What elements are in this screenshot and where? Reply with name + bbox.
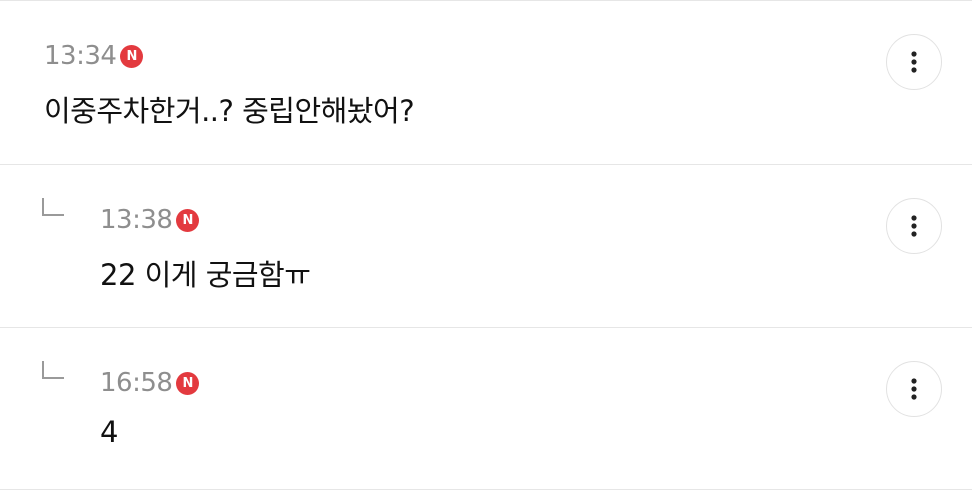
reply-item: 16:58 N 4: [0, 327, 972, 489]
new-badge-icon: N: [176, 209, 200, 232]
reply-item: 13:38 N 22 이게 궁금함ㅠ: [0, 164, 972, 326]
comment-meta: 13:34 N: [44, 38, 144, 74]
comment-text: 이중주차한거..? 중립안해놨어?: [44, 94, 415, 128]
more-options-button[interactable]: [886, 34, 942, 90]
comment-meta: 16:58 N: [100, 365, 200, 401]
more-vertical-icon: [911, 51, 917, 73]
new-badge-icon: N: [176, 372, 200, 395]
reply-arrow-icon: [42, 198, 64, 216]
comment-text: 22 이게 궁금함ㅠ: [100, 258, 311, 292]
comment-item: 13:34 N 이중주차한거..? 중립안해놨어?: [0, 0, 972, 162]
comment-time: 13:38: [100, 205, 173, 235]
comment-text: 4: [100, 415, 118, 449]
comment-meta: 13:38 N: [100, 202, 200, 238]
more-vertical-icon: [911, 215, 917, 237]
comment-list: 13:34 N 이중주차한거..? 중립안해놨어? 13:38 N 22 이게 …: [0, 0, 972, 490]
more-vertical-icon: [911, 378, 917, 400]
reply-arrow-icon: [42, 361, 64, 379]
more-options-button[interactable]: [886, 361, 942, 417]
comment-time: 13:34: [44, 41, 117, 71]
new-badge-icon: N: [120, 45, 144, 68]
more-options-button[interactable]: [886, 198, 942, 254]
comment-time: 16:58: [100, 368, 173, 398]
